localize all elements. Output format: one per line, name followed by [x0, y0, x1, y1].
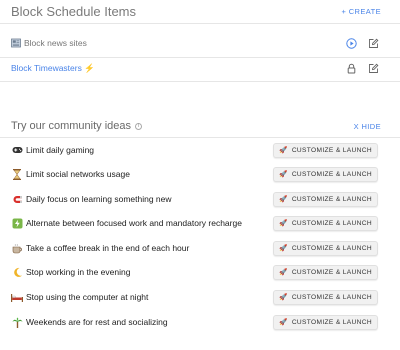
block-item-timewasters[interactable]: Block Timewasters ⚡ [0, 57, 400, 79]
idea-label: Stop using the computer at night [26, 292, 149, 302]
info-icon[interactable]: i [135, 123, 143, 130]
divider [0, 81, 400, 82]
bed-icon [11, 291, 23, 303]
idea-label: Alternate between focused work and manda… [26, 218, 242, 228]
hide-button[interactable]: X HIDE [354, 122, 381, 131]
customize-launch-button[interactable]: 🚀 CUSTOMIZE & LAUNCH [273, 166, 378, 182]
customize-launch-label: CUSTOMIZE & LAUNCH [291, 146, 372, 154]
community-idea-row: Alternate between focused work and manda… [0, 211, 400, 235]
community-idea-row: Daily focus on learning something new 🚀 C… [0, 187, 400, 211]
idea-label: Limit social networks usage [26, 169, 130, 179]
community-idea-row: Take a coffee break in the end of each h… [0, 236, 400, 260]
customize-launch-button[interactable]: 🚀 CUSTOMIZE & LAUNCH [273, 215, 378, 231]
customize-launch-button[interactable]: 🚀 CUSTOMIZE & LAUNCH [273, 289, 378, 305]
community-idea-row: Weekends are for rest and socializing 🚀 C… [0, 310, 400, 334]
customize-launch-label: CUSTOMIZE & LAUNCH [291, 293, 372, 301]
customize-launch-label: CUSTOMIZE & LAUNCH [291, 268, 372, 276]
rocket-icon: 🚀 [279, 269, 288, 276]
recharge-icon [11, 217, 23, 229]
edit-icon[interactable] [368, 38, 379, 49]
magnet-icon [11, 193, 23, 205]
divider [0, 23, 400, 24]
community-idea-row: Limit daily gaming 🚀 CUSTOMIZE & LAUNCH [0, 138, 400, 162]
edit-icon[interactable] [368, 63, 379, 74]
customize-launch-label: CUSTOMIZE & LAUNCH [291, 170, 372, 178]
rocket-icon: 🚀 [279, 147, 288, 154]
idea-label: Stop working in the evening [26, 267, 131, 277]
rocket-icon: 🚀 [279, 220, 288, 227]
customize-launch-button[interactable]: 🚀 CUSTOMIZE & LAUNCH [273, 314, 378, 330]
play-icon[interactable] [346, 37, 357, 49]
community-ideas-title-wrap: Try our community ideas i [11, 120, 143, 132]
block-item-label[interactable]: Block Timewasters ⚡ [11, 63, 95, 74]
block-schedule-header: Block Schedule Items + CREATE [0, 0, 400, 22]
customize-launch-button[interactable]: 🚀 CUSTOMIZE & LAUNCH [273, 191, 378, 207]
community-idea-row: Stop working in the evening 🚀 CUSTOMIZE &… [0, 260, 400, 284]
idea-label: Limit daily gaming [26, 145, 95, 155]
customize-launch-button[interactable]: 🚀 CUSTOMIZE & LAUNCH [273, 264, 378, 280]
coffee-icon [11, 242, 23, 254]
rocket-icon: 🚀 [279, 294, 288, 301]
hourglass-icon [11, 168, 23, 180]
customize-launch-button[interactable]: 🚀 CUSTOMIZE & LAUNCH [273, 142, 378, 158]
tree-icon [11, 316, 23, 328]
customize-launch-label: CUSTOMIZE & LAUNCH [291, 195, 372, 203]
idea-label: Take a coffee break in the end of each h… [26, 243, 190, 253]
newspaper-icon [11, 38, 21, 48]
rocket-icon: 🚀 [279, 171, 288, 178]
community-ideas-title: Try our community ideas [11, 120, 132, 132]
block-schedule-title: Block Schedule Items [11, 3, 137, 19]
rocket-icon: 🚀 [279, 319, 288, 326]
customize-launch-button[interactable]: 🚀 CUSTOMIZE & LAUNCH [273, 240, 378, 256]
create-button[interactable]: + CREATE [341, 7, 381, 16]
rocket-icon: 🚀 [279, 196, 288, 203]
idea-label: Daily focus on learning something new [26, 194, 172, 204]
idea-label: Weekends are for rest and socializing [26, 317, 168, 327]
lock-icon[interactable] [346, 63, 357, 74]
customize-launch-label: CUSTOMIZE & LAUNCH [291, 318, 372, 326]
community-ideas-header: Try our community ideas i X HIDE [0, 115, 400, 137]
customize-launch-label: CUSTOMIZE & LAUNCH [291, 244, 372, 252]
community-idea-row: Limit social networks usage 🚀 CUSTOMIZE &… [0, 162, 400, 186]
block-item-label: Block news sites [24, 38, 87, 48]
moon-icon [11, 266, 23, 278]
customize-launch-label: CUSTOMIZE & LAUNCH [291, 219, 372, 227]
gamepad-icon [11, 144, 23, 156]
community-idea-row: Stop using the computer at night 🚀 CUSTOM… [0, 285, 400, 309]
rocket-icon: 🚀 [279, 245, 288, 252]
block-item-news-sites[interactable]: Block news sites [0, 32, 400, 54]
